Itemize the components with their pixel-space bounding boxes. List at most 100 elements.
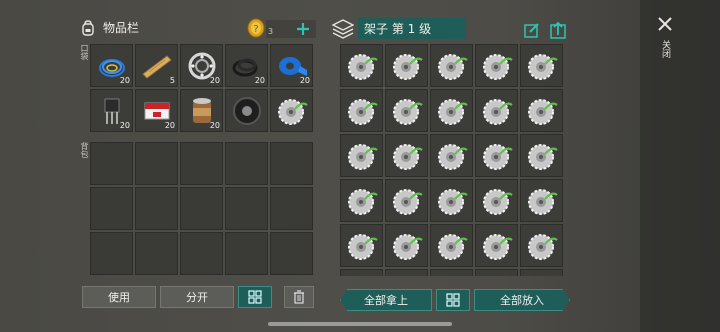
inventory-slot[interactable]: 20 [225,44,268,87]
saw-blade-icon [438,189,468,215]
inventory-slot[interactable]: 5 [135,44,178,87]
shelf-slot[interactable] [475,179,518,222]
bag-slot-empty[interactable] [270,232,313,275]
shelf-slot[interactable] [520,134,563,177]
right-sidebar: 关闭 [640,0,720,332]
bag-slot-empty[interactable] [225,187,268,230]
shelf-slot[interactable] [340,269,383,276]
bag-slot-empty[interactable] [180,142,223,185]
svg-text:?: ? [253,24,258,35]
inventory-slot[interactable] [225,89,268,132]
trash-button[interactable] [284,286,314,308]
split-button[interactable]: 分开 [160,286,234,308]
saw-blade-icon [348,54,378,80]
saw-blade-icon [438,234,468,260]
shelf-slot[interactable] [385,134,428,177]
shelf-slot[interactable] [430,269,473,276]
inventory-panel: 物品栏 ? 3 口袋 背包 20 5 20 20 20 20 20 20 使用 分开 [78,14,322,314]
shelf-slot[interactable] [430,89,473,132]
take-all-button[interactable]: 全部拿上 [340,289,432,311]
bag-slot-empty[interactable] [90,142,133,185]
item-count: 20 [209,76,220,85]
shelf-slot[interactable] [340,134,383,177]
shelf-slot[interactable] [520,269,563,276]
rename-edit-icon[interactable] [524,22,540,38]
wooden-plank-icon [142,55,172,79]
shelf-slot[interactable] [430,179,473,222]
shelf-slot[interactable] [430,224,473,267]
shelf-slot[interactable] [340,89,383,132]
saw-blade-icon [393,54,423,80]
saw-blade-icon [438,144,468,170]
inventory-slot[interactable]: 20 [270,44,313,87]
saw-blade-icon [528,144,558,170]
saw-blade-icon [438,99,468,125]
saw-blade-icon [436,275,468,276]
saw-blade-icon [528,189,558,215]
inventory-slot[interactable]: 20 [180,89,223,132]
shelf-slot[interactable] [340,224,383,267]
use-button[interactable]: 使用 [82,286,156,308]
shelf-slot[interactable] [475,269,518,276]
shelf-slot[interactable] [520,44,563,87]
shelf-slot[interactable] [475,44,518,87]
inventory-slot[interactable]: 20 [90,89,133,132]
shelf-slot[interactable] [385,89,428,132]
shelf-slot[interactable] [520,224,563,267]
item-count: 20 [209,121,220,130]
saw-blade-icon [483,144,513,170]
bag-slot-empty[interactable] [270,187,313,230]
backpack-icon [82,19,94,36]
shelf-slot[interactable] [475,89,518,132]
inventory-slot[interactable]: 20 [90,44,133,87]
shelf-grid[interactable] [340,44,566,276]
saw-blade-icon [438,54,468,80]
shelf-slot[interactable] [385,224,428,267]
sort-shelf-button[interactable] [436,289,470,311]
shelf-header: 架子 第 1 级 [332,18,466,39]
saw-blade-icon [528,234,558,260]
shelf-slot[interactable] [340,44,383,87]
bag-slot-empty[interactable] [90,232,133,275]
home-indicator [268,322,452,326]
bag-slot-empty[interactable] [180,187,223,230]
item-count: 20 [119,76,130,85]
shelf-slot[interactable] [520,89,563,132]
put-all-button[interactable]: 全部放入 [474,289,570,311]
shelf-slot[interactable] [340,179,383,222]
bag-slot-empty[interactable] [135,232,178,275]
gold-coin-icon: ? [247,18,265,38]
bag-slot-empty[interactable] [270,142,313,185]
shelf-slot[interactable] [385,179,428,222]
saw-blade-icon [278,99,308,125]
saw-blade-icon [391,275,423,276]
bag-slot-empty[interactable] [180,232,223,275]
inventory-slot[interactable]: 20 [180,44,223,87]
shelf-slot[interactable] [475,224,518,267]
close-icon[interactable] [657,16,673,32]
bag-slot-empty[interactable] [90,187,133,230]
shelf-slot[interactable] [385,269,428,276]
add-coins-icon[interactable] [296,22,310,36]
bag-slot-empty[interactable] [135,187,178,230]
shelf-slot[interactable] [475,134,518,177]
sort-inventory-button[interactable] [238,286,272,308]
saw-blade-icon [483,99,513,125]
inventory-slot[interactable] [270,89,313,132]
bag-slot-empty[interactable] [225,142,268,185]
shelf-slot[interactable] [520,179,563,222]
bag-section-label: 背包 [80,142,89,158]
shelf-slot[interactable] [430,44,473,87]
saw-blade-icon [348,234,378,260]
saw-blade-icon [528,54,558,80]
bag-slot-empty[interactable] [225,232,268,275]
shelf-slot[interactable] [430,134,473,177]
saw-blade-icon [348,144,378,170]
saw-blade-icon [483,54,513,80]
tire-icon [233,97,261,125]
shelf-slot[interactable] [385,44,428,87]
inventory-slot[interactable]: 20 [135,89,178,132]
bag-slot-empty[interactable] [135,142,178,185]
upload-box-icon[interactable] [550,21,566,39]
close-label[interactable]: 关闭 [660,40,670,58]
